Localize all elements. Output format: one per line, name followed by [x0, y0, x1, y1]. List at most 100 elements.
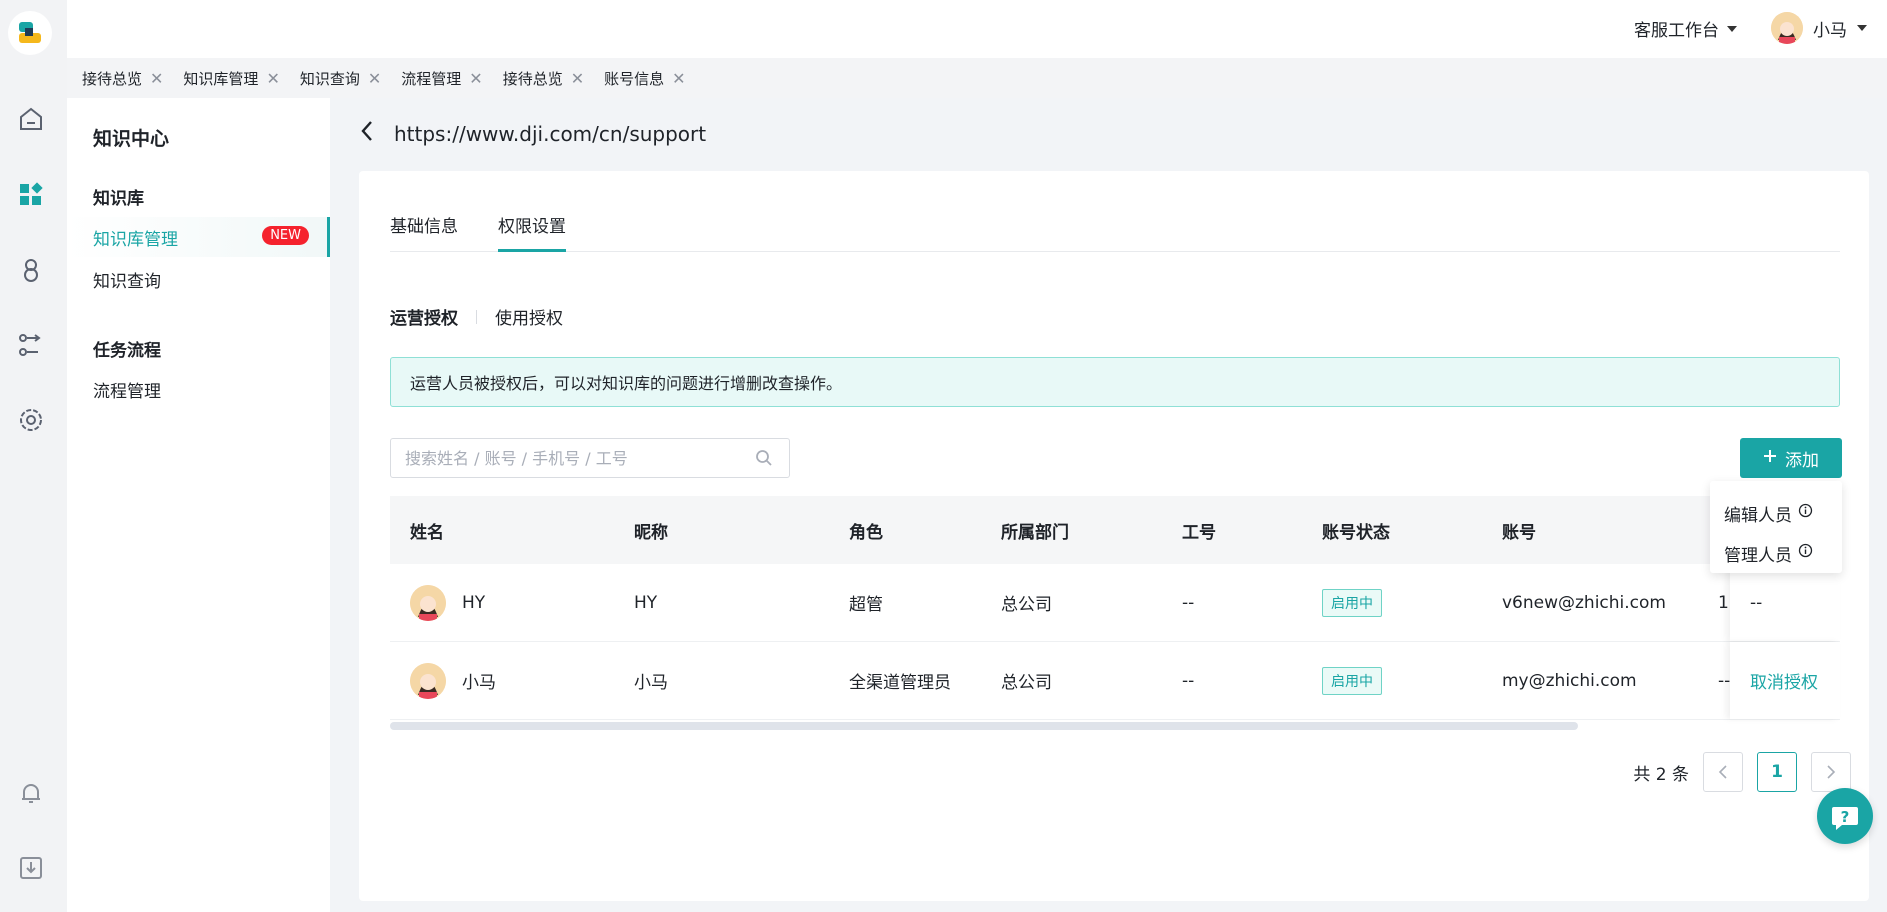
horizontal-scrollbar[interactable] [390, 722, 1578, 730]
content-card: 基础信息 权限设置 运营授权 使用授权 运营人员被授权后，可以对知识库的问题进行… [359, 171, 1869, 901]
nickname-cell: HY [634, 592, 658, 613]
subtab-usage-auth[interactable]: 使用授权 [495, 304, 581, 329]
page-tab[interactable]: 账号信息 ✕ [604, 68, 685, 89]
pagination: 共 2 条 1 [1633, 752, 1851, 792]
nav-rail [0, 0, 67, 912]
svg-text:?: ? [1841, 808, 1850, 826]
back-icon[interactable] [360, 120, 374, 147]
name-cell: HY [410, 564, 485, 641]
user-menu[interactable]: 小马 [1771, 12, 1867, 44]
info-icon [1798, 543, 1813, 563]
table-row: 小马 小马 全渠道管理员 总公司 -- 启用中 my@zhichi.com --… [390, 642, 1840, 720]
divider [476, 309, 477, 324]
close-icon[interactable]: ✕ [266, 69, 279, 88]
subtab-operation-auth[interactable]: 运营授权 [390, 304, 476, 329]
tab-permissions[interactable]: 权限设置 [498, 206, 566, 252]
page-tab-label: 接待总览 [502, 69, 563, 88]
column-header: 账号状态 [1322, 522, 1390, 543]
subtab-strip: 运营授权 使用授权 [390, 304, 581, 329]
dept-cell: 总公司 [1001, 673, 1052, 693]
column-header: 工号 [1182, 522, 1216, 543]
sidebar: 知识中心 知识库 知识库管理 NEW 知识查询 任务流程 流程管理 [67, 98, 330, 912]
add-button-label: 添加 [1785, 450, 1819, 471]
nickname-cell: 小马 [634, 673, 668, 693]
sidebar-item-flow-manage[interactable]: 流程管理 [67, 369, 330, 409]
sidebar-item-label: 知识查询 [93, 271, 161, 292]
workspace-switcher[interactable]: 客服工作台 [1634, 16, 1737, 41]
home-icon[interactable] [16, 104, 46, 134]
plus-icon [1763, 448, 1777, 468]
help-button[interactable]: ? [1817, 788, 1873, 844]
total-count: 共 2 条 [1633, 764, 1689, 785]
close-icon[interactable]: ✕ [150, 69, 163, 88]
column-header: 所属部门 [1001, 522, 1069, 543]
job-no-cell: -- [1182, 670, 1195, 691]
menu-item-edit-staff[interactable]: 编辑人员 [1710, 493, 1842, 533]
role-cell: 超管 [849, 595, 883, 615]
menu-item-manage-staff[interactable]: 管理人员 [1710, 533, 1842, 573]
revoke-auth-link[interactable]: 取消授权 [1750, 668, 1818, 693]
question-icon: ? [1832, 807, 1858, 830]
page-tab-label: 账号信息 [604, 69, 665, 88]
page-tab[interactable]: 接待总览 ✕ [82, 68, 163, 89]
staff-table: 姓名 昵称 角色 所属部门 工号 账号状态 账号 HY HY 超管 总公司 --… [390, 496, 1840, 720]
tab-basic-info[interactable]: 基础信息 [390, 206, 458, 252]
menu-item-label: 管理人员 [1724, 545, 1792, 566]
flow-icon[interactable] [16, 330, 46, 360]
apps-icon[interactable] [16, 180, 46, 210]
account-cell: my@zhichi.com [1502, 670, 1637, 691]
avatar [410, 662, 446, 699]
contacts-icon[interactable] [16, 255, 46, 285]
staff-name: HY [462, 592, 486, 613]
sidebar-item-label: 流程管理 [93, 381, 161, 402]
avatar [410, 584, 446, 621]
top-header: 客服工作台 小马 [67, 0, 1887, 58]
add-button[interactable]: 添加 [1740, 438, 1842, 478]
sidebar-item-label: 知识库管理 [93, 229, 178, 250]
sidebar-item-kb-query[interactable]: 知识查询 [67, 259, 330, 299]
next-page-button[interactable] [1811, 752, 1851, 792]
page-tab-label: 接待总览 [82, 69, 143, 88]
close-icon[interactable]: ✕ [469, 69, 482, 88]
search-icon[interactable] [755, 449, 773, 471]
prev-page-button[interactable] [1703, 752, 1743, 792]
add-dropdown-menu: 编辑人员 管理人员 [1710, 481, 1842, 573]
close-icon[interactable]: ✕ [368, 69, 381, 88]
page-tab[interactable]: 接待总览 ✕ [503, 68, 584, 89]
role-cell: 全渠道管理员 [849, 673, 951, 693]
column-header: 姓名 [410, 522, 444, 543]
search-input[interactable] [405, 448, 735, 468]
column-header: 角色 [849, 522, 883, 543]
workspace-label: 客服工作台 [1634, 21, 1719, 41]
download-icon[interactable] [16, 853, 46, 883]
close-icon[interactable]: ✕ [672, 69, 685, 88]
tab-strip: 基础信息 权限设置 [390, 206, 1840, 252]
name-cell: 小马 [410, 642, 496, 719]
page-tab-label: 流程管理 [401, 69, 462, 88]
user-name: 小马 [1813, 20, 1847, 41]
staff-name: 小马 [462, 673, 496, 693]
status-badge: 启用中 [1322, 588, 1382, 617]
page-tab-label: 知识库管理 [183, 69, 259, 88]
new-badge: NEW [262, 226, 309, 245]
page-title: https://www.dji.com/cn/support [394, 121, 707, 146]
close-icon[interactable]: ✕ [571, 69, 584, 88]
page-tab[interactable]: 知识查询 ✕ [300, 68, 381, 89]
page-tab[interactable]: 流程管理 ✕ [401, 68, 482, 89]
search-box [390, 438, 790, 478]
avatar [1771, 12, 1803, 44]
settings-icon[interactable] [16, 405, 46, 435]
page-number[interactable]: 1 [1757, 752, 1797, 792]
sidebar-item-kb-manage[interactable]: 知识库管理 NEW [67, 217, 330, 257]
chevron-down-icon [1857, 25, 1867, 31]
status-badge: 启用中 [1322, 666, 1382, 695]
info-notice: 运营人员被授权后，可以对知识库的问题进行增删改查操作。 [390, 357, 1840, 407]
app-logo[interactable] [8, 11, 52, 55]
logo-icon [19, 22, 41, 43]
page-tabs-bar: 接待总览 ✕ 知识库管理 ✕ 知识查询 ✕ 流程管理 ✕ 接待总览 ✕ 账号信息 ✕ [67, 58, 1887, 98]
page-tab[interactable]: 知识库管理 ✕ [183, 68, 279, 89]
bell-icon[interactable] [16, 778, 46, 808]
info-icon [1798, 503, 1813, 523]
dept-cell: 总公司 [1001, 595, 1052, 615]
status-cell: 启用中 [1322, 642, 1382, 719]
